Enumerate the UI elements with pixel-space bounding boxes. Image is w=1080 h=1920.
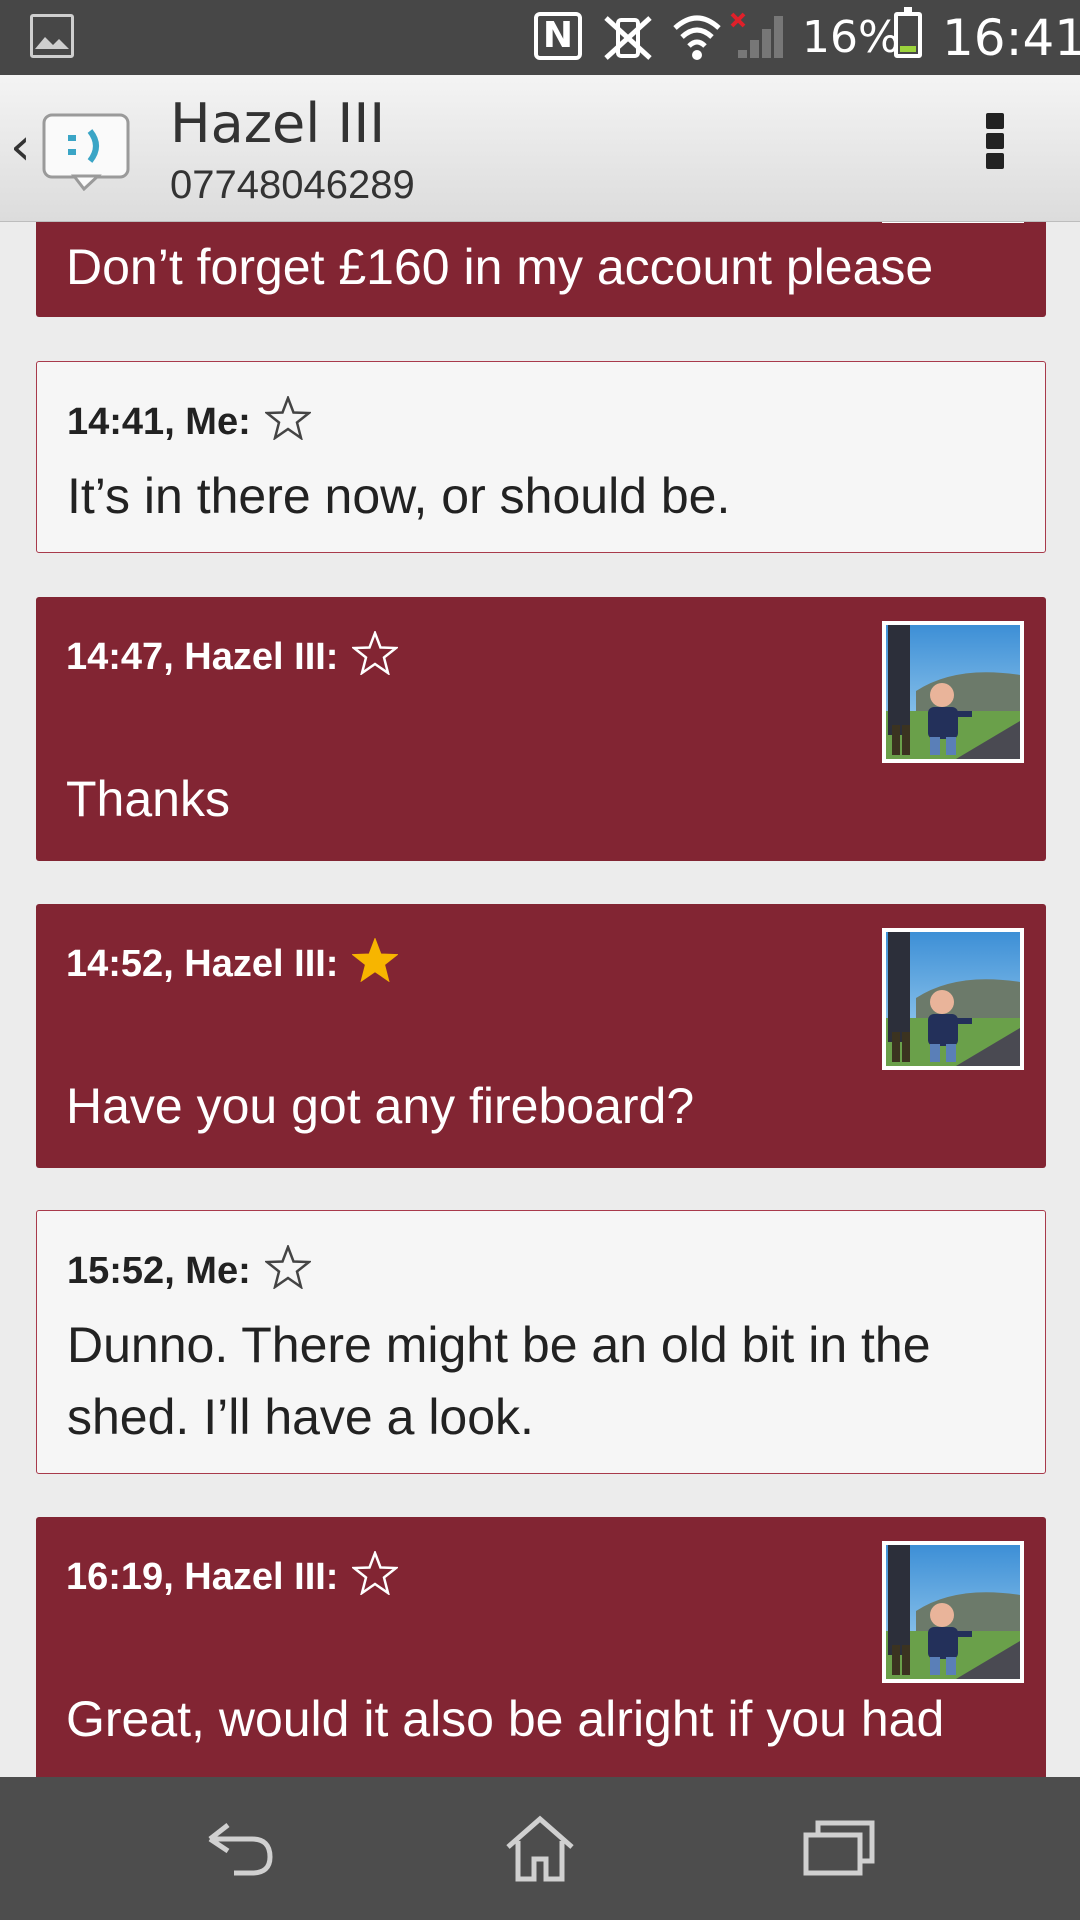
contact-number: 07748046289	[170, 163, 415, 207]
message-text: Great, would it also be alright if you h…	[66, 1691, 945, 1747]
back-chevron-icon[interactable]: ‹	[10, 121, 31, 173]
message-text: Don’t forget £160 in my account please	[66, 239, 934, 295]
overflow-menu-icon[interactable]	[983, 113, 1007, 179]
signal-icon	[730, 12, 783, 58]
battery-icon	[894, 7, 922, 58]
vibrate-mute-icon	[604, 16, 652, 60]
message-bubble-outgoing[interactable]: 14:41, Me: It’s in there now, or should …	[36, 361, 1046, 553]
contact-avatar	[882, 928, 1024, 1070]
messaging-app-icon[interactable]	[40, 111, 132, 191]
battery-percent: 16%	[802, 12, 900, 63]
message-meta: 14:52, Hazel III:	[66, 938, 399, 987]
message-meta: 15:52, Me:	[67, 1245, 311, 1294]
status-time: 16:41	[942, 9, 1080, 67]
star-outline-icon[interactable]	[264, 396, 311, 440]
message-bubble-incoming[interactable]: 14:52, Hazel III: Have you got any fireb…	[36, 904, 1046, 1168]
navigation-bar	[0, 1777, 1080, 1920]
message-time-sender: 15:52, Me:	[67, 1250, 251, 1292]
nfc-icon: N	[534, 12, 582, 60]
star-outline-icon[interactable]	[352, 1551, 399, 1595]
message-bubble-incoming[interactable]: Don’t forget £160 in my account please	[36, 221, 1046, 317]
message-meta: 14:47, Hazel III:	[66, 631, 399, 680]
star-filled-icon[interactable]	[352, 938, 399, 982]
message-text: Dunno. There might be an old bit in the …	[67, 1317, 931, 1445]
message-text: It’s in there now, or should be.	[67, 468, 731, 524]
contact-name: Hazel III	[170, 92, 386, 155]
message-bubble-incoming[interactable]: 14:47, Hazel III: Thanks	[36, 597, 1046, 861]
recent-apps-icon[interactable]	[800, 1813, 880, 1885]
message-time-sender: 14:41, Me:	[67, 401, 251, 443]
message-list[interactable]: Don’t forget £160 in my account please 1…	[0, 221, 1080, 1777]
battery-level-fill	[900, 46, 916, 52]
message-time-sender: 14:52, Hazel III:	[66, 943, 339, 985]
message-time-sender: 16:19, Hazel III:	[66, 1556, 339, 1598]
wifi-icon	[673, 15, 721, 60]
message-time-sender: 14:47, Hazel III:	[66, 636, 339, 678]
contact-avatar	[882, 621, 1024, 763]
home-icon[interactable]	[500, 1813, 580, 1885]
gallery-icon	[30, 14, 74, 58]
star-outline-icon[interactable]	[352, 631, 399, 675]
message-text: Have you got any fireboard?	[66, 1078, 695, 1134]
conversation-header: ‹ Hazel III 07748046289	[0, 75, 1080, 222]
contact-avatar	[882, 1541, 1024, 1683]
message-meta: 16:19, Hazel III:	[66, 1551, 399, 1600]
message-bubble-incoming[interactable]: 16:19, Hazel III: Great, would it also b…	[36, 1517, 1046, 1777]
message-meta: 14:41, Me:	[67, 396, 311, 445]
message-text: Thanks	[66, 771, 230, 827]
star-outline-icon[interactable]	[264, 1245, 311, 1289]
status-bar: N 16% 16:41	[0, 0, 1080, 75]
back-icon[interactable]	[200, 1813, 280, 1885]
message-bubble-outgoing[interactable]: 15:52, Me: Dunno. There might be an old …	[36, 1210, 1046, 1474]
